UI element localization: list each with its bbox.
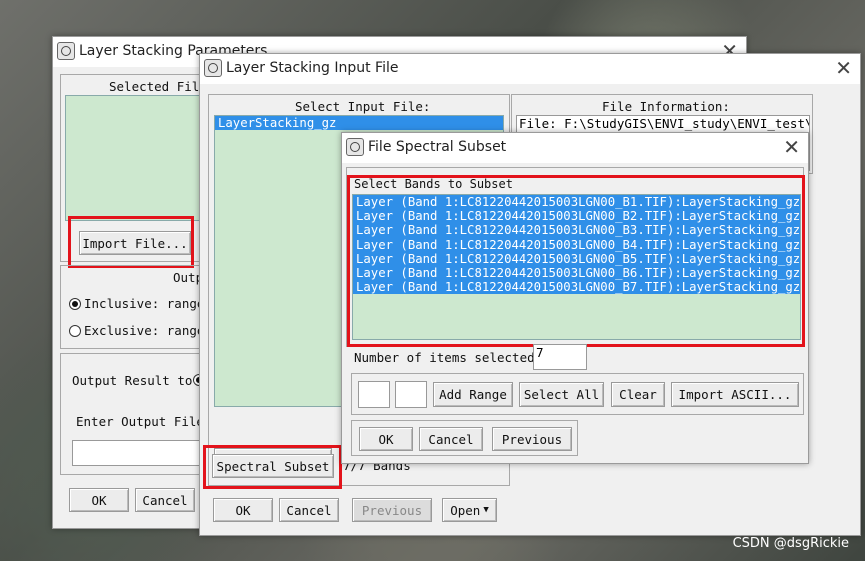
output-filename-field[interactable]: [72, 440, 220, 466]
envi-app-icon: [346, 138, 364, 156]
input-file-item[interactable]: LayerStacking_gz: [215, 116, 503, 131]
cancel-button[interactable]: Cancel: [279, 498, 339, 522]
enter-output-filename-label: Enter Output Filen: [76, 414, 212, 429]
exclusive-radio[interactable]: Exclusive: range: [69, 323, 204, 338]
output-group: Output Result to Enter Output Filen: [60, 353, 220, 475]
add-range-button[interactable]: Add Range: [433, 382, 513, 407]
radio-selected-icon: [69, 298, 81, 310]
close-icon[interactable]: ✕: [783, 136, 800, 158]
range-controls-group: Add Range Select All Clear Import ASCII.…: [351, 373, 804, 415]
cancel-button[interactable]: Cancel: [135, 488, 195, 512]
radio-empty-icon: [69, 325, 81, 337]
envi-app-icon: [57, 42, 75, 60]
highlight-box: [203, 445, 342, 489]
file-info-label: File Information:: [602, 99, 730, 114]
selected-files-list[interactable]: [65, 95, 215, 221]
file-spectral-subset-window: File Spectral Subset ✕ Select Bands to S…: [341, 132, 809, 464]
import-ascii-button[interactable]: Import ASCII...: [671, 382, 799, 407]
num-selected-value: 7: [536, 345, 544, 360]
dialog-buttons-group: OK Cancel Previous: [351, 420, 578, 456]
highlight-box: [68, 216, 194, 268]
file-path: File: F:\StudyGIS\ENVI_study\ENVI_test\E…: [519, 116, 810, 131]
select-all-button[interactable]: Select All: [519, 382, 604, 407]
previous-button[interactable]: Previous: [492, 427, 572, 451]
open-label: Open: [450, 502, 481, 518]
caret-down-icon: ▼: [483, 505, 489, 515]
previous-button[interactable]: Previous: [352, 498, 432, 522]
ok-button[interactable]: OK: [213, 498, 273, 522]
exclusive-label: Exclusive: range: [84, 323, 205, 338]
ok-button[interactable]: OK: [359, 427, 413, 451]
clear-button[interactable]: Clear: [611, 382, 665, 407]
range-end-field[interactable]: [395, 381, 427, 408]
window-title: Layer Stacking Input File: [226, 60, 399, 76]
inclusive-label: Inclusive: range: [84, 296, 205, 311]
num-selected-field: 7: [533, 344, 587, 370]
ok-button[interactable]: OK: [69, 488, 129, 512]
watermark: CSDN @dsgRickie: [732, 536, 849, 551]
highlight-box: [347, 175, 805, 347]
cancel-button[interactable]: Cancel: [419, 427, 483, 451]
close-icon[interactable]: ✕: [835, 57, 852, 79]
titlebar: Layer Stacking Input File ✕: [200, 54, 860, 84]
num-selected-label: Number of items selected:: [354, 350, 543, 365]
envi-app-icon: [204, 59, 222, 77]
selected-files-label: Selected File: [109, 79, 207, 94]
range-start-field[interactable]: [358, 381, 390, 408]
titlebar: File Spectral Subset ✕: [342, 133, 808, 163]
window-title: File Spectral Subset: [368, 139, 507, 155]
select-input-label: Select Input File:: [295, 99, 431, 114]
open-button[interactable]: Open ▼: [442, 498, 497, 522]
inclusive-radio[interactable]: Inclusive: range: [69, 296, 204, 311]
output-range-group: Outp Inclusive: range Exclusive: range: [60, 265, 220, 349]
output-result-label: Output Result to: [72, 373, 193, 388]
